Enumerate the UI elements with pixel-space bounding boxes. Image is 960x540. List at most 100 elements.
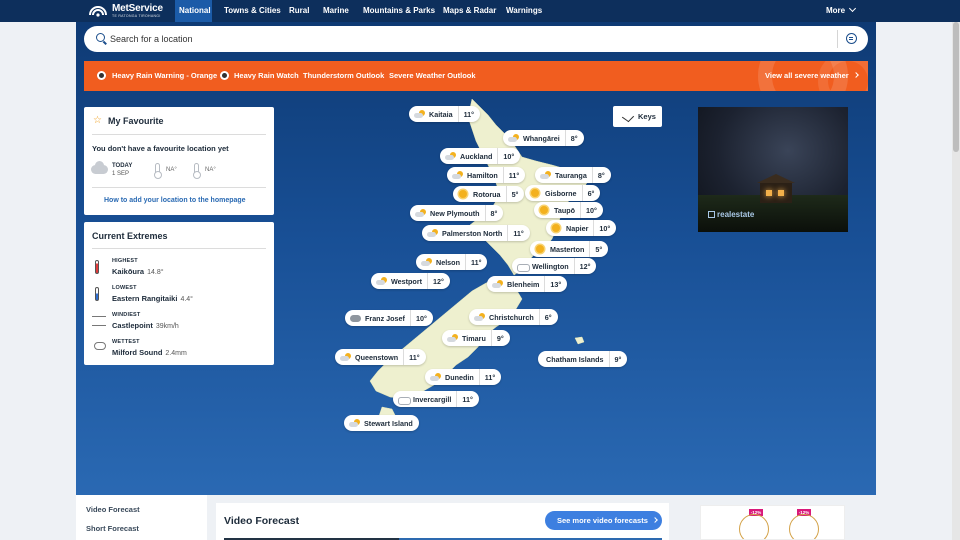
extreme-place-name: Kaikōura [112,267,145,276]
location-chatham-islands[interactable]: Chatham Islands 9° [538,351,628,367]
location-wellington[interactable]: Wellington 12° [512,258,597,274]
warning-icon [97,71,106,80]
how-to-add-location-link[interactable]: How to add your location to the homepage [104,197,246,204]
location-masterton[interactable]: Masterton 5° [530,241,609,257]
location-blenheim[interactable]: Blenheim 13° [487,276,568,292]
location-new-plymouth[interactable]: New Plymouth 8° [410,205,504,221]
location-name: Wellington [532,261,569,271]
extreme-place[interactable]: Castlepoint 39km/h [112,321,179,330]
location-taupo[interactable]: Taupō 10° [534,202,603,218]
thermometer-hot-icon [95,260,99,274]
sunny-icon [535,244,546,254]
separator [427,273,429,289]
location-temp: 13° [550,279,562,289]
location-queenstown[interactable]: Queenstown 11° [335,349,426,365]
view-all-severe-weather-link[interactable]: View all severe weather [765,71,859,80]
side-nav-short-forecast[interactable]: Short Forecast [86,524,139,533]
advertisement-realestate[interactable]: realestate [698,107,848,232]
location-tauranga[interactable]: Tauranga 8° [535,167,611,183]
extreme-place[interactable]: Eastern Rangitaiki 4.4° [112,294,193,303]
side-nav-video-forecast[interactable]: Video Forecast [86,505,140,514]
thermometer-icon [154,163,162,179]
location-westport[interactable]: Westport 12° [371,273,450,289]
nav-towns-cities[interactable]: Towns & Cities [220,0,285,22]
warning-thunderstorm-outlook[interactable]: Thunderstorm Outlook [303,71,384,81]
extreme-label: WINDIEST [112,312,141,318]
location-name: Nelson [436,257,460,267]
search-input[interactable] [110,31,830,47]
location-christchurch[interactable]: Christchurch 6° [469,309,558,325]
partly-cloudy-icon [349,418,360,428]
location-temp: 6° [544,312,552,322]
extreme-place[interactable]: Kaikōura 14.8° [112,267,164,276]
location-dunedin[interactable]: Dunedin 11° [425,369,502,385]
warning-heavy-rain-orange[interactable]: Heavy Rain Warning - Orange [112,71,217,81]
location-franz-josef[interactable]: Franz Josef 10° [345,310,433,326]
nav-national[interactable]: National [175,0,212,22]
extreme-place-name: Milford Sound [112,348,163,357]
location-temp: 11° [513,228,524,238]
location-kaitaia[interactable]: Kaitaia 11° [409,106,481,122]
nav-maps-radar[interactable]: Maps & Radar [439,0,500,22]
separator [581,185,583,201]
nav-marine[interactable]: Marine [319,0,353,22]
location-temp: 8° [490,208,498,218]
nav-more-label: More [826,6,846,15]
map-keys-button[interactable]: Keys [613,106,662,127]
location-gisborne[interactable]: Gisborne 6° [525,185,601,201]
location-name: Stewart Island [364,418,413,428]
ad-brand-text: realestate [717,210,755,219]
location-temp: 11° [470,257,482,267]
necklace-image [739,514,769,539]
location-temp: 10° [586,205,597,215]
sunny-icon [551,223,562,233]
location-name: Christchurch [489,312,534,322]
metservice-logo[interactable]: MetService TE RATONGA TIROHANGI [88,3,163,19]
chevron-down-icon [849,4,857,13]
extreme-place-name: Eastern Rangitaiki [112,294,178,303]
keys-label: Keys [638,112,656,121]
realestate-logo-icon [708,211,715,218]
location-name: Hamilton [467,170,498,180]
location-temp: 9° [496,333,504,343]
location-palmerston-north[interactable]: Palmerston North 11° [422,225,530,241]
location-hamilton[interactable]: Hamilton 11° [447,167,526,183]
location-timaru[interactable]: Timaru 9° [442,330,510,346]
warning-heavy-rain-watch[interactable]: Heavy Rain Watch [234,71,299,81]
location-name: Gisborne [545,188,577,198]
advertisement-jewellery[interactable]: -12% -12% [700,505,845,540]
location-rotorua[interactable]: Rotorua 5° [453,186,525,202]
nav-rural[interactable]: Rural [285,0,313,22]
partly-cloudy-icon [445,151,456,161]
nav-more[interactable]: More [826,0,857,22]
location-name: Kaitaia [429,109,453,119]
sunny-icon [530,188,541,198]
location-name: Timaru [462,333,486,343]
location-auckland[interactable]: Auckland 10° [440,148,521,164]
nav-mountains-parks[interactable]: Mountains & Parks [359,0,439,22]
separator [409,310,411,326]
logo-icon [88,5,108,18]
scrollbar-thumb[interactable] [953,22,959,152]
location-invercargill[interactable]: Invercargill 11° [393,391,479,407]
separator [457,106,459,122]
extreme-value: 39km/h [155,323,179,330]
warning-severe-weather-outlook[interactable]: Severe Weather Outlook [389,71,476,81]
location-whangarei[interactable]: Whangārei 8° [503,130,584,146]
cloud-icon [91,161,108,174]
location-temp: 11° [484,372,496,382]
extreme-place-name: Castlepoint [112,321,153,330]
location-stewart-island[interactable]: Stewart Island [344,415,419,431]
location-temp: 10° [503,151,515,161]
video-forecast-title: Video Forecast [224,515,300,527]
location-search-icon[interactable] [846,33,857,44]
location-nelson[interactable]: Nelson 11° [416,254,488,270]
extreme-place[interactable]: Milford Sound 2.4mm [112,348,187,357]
nav-warnings[interactable]: Warnings [502,0,546,22]
see-more-video-forecasts-button[interactable]: See more video forecasts [545,511,662,530]
location-name: New Plymouth [430,208,480,218]
location-name: Auckland [460,151,493,161]
location-napier[interactable]: Napier 10° [546,220,617,236]
ad-logo: realestate [708,210,754,219]
location-name: Dunedin [445,372,474,382]
